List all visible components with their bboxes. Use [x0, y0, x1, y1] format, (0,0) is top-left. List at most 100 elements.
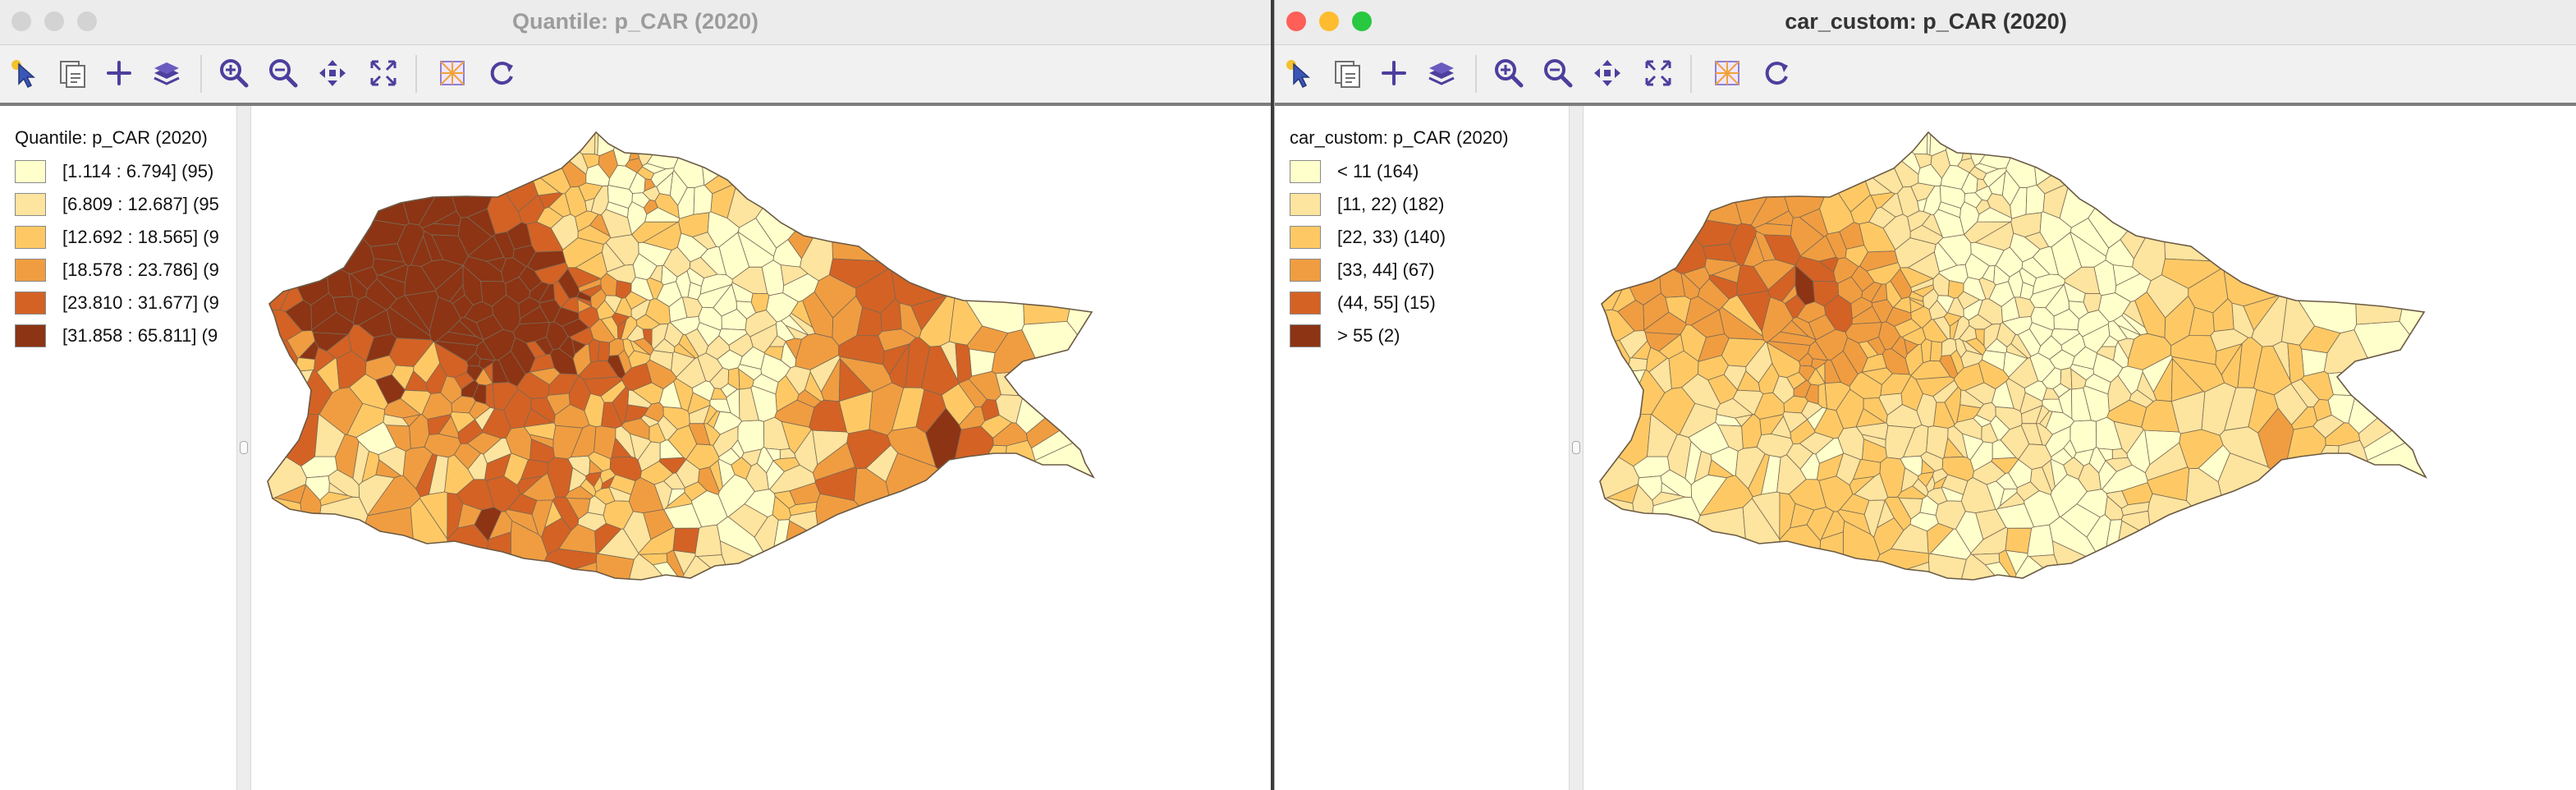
legend-label: [33, 44] (67)	[1337, 260, 1435, 280]
fit-to-window-icon	[370, 60, 396, 86]
zoom-in-icon	[220, 59, 249, 88]
legend-item[interactable]: [1.114 : 6.794] (95)	[15, 160, 245, 185]
legend-swatch	[15, 292, 46, 315]
add-tool-button[interactable]	[100, 54, 138, 92]
legend-swatch	[1290, 226, 1321, 249]
municipality-polygon[interactable]	[2355, 303, 2403, 325]
map-legend[interactable]: Quantile: p_CAR (2020) [1.114 : 6.794] (…	[0, 106, 236, 790]
legend-label: [23.810 : 31.677] (9	[62, 292, 219, 313]
map-canvas[interactable]	[251, 106, 1271, 790]
legend-item[interactable]: [22, 33) (140)	[1290, 226, 1519, 250]
legend-item[interactable]: (44, 55] (15)	[1290, 292, 1519, 316]
municipality-polygon[interactable]	[1023, 303, 1070, 325]
legend-label: (44, 55] (15)	[1337, 292, 1436, 313]
legend-item[interactable]: [11, 22) (182)	[1290, 193, 1519, 218]
legend-label: [1.114 : 6.794] (95)	[62, 161, 214, 181]
map-canvas[interactable]	[1584, 106, 2576, 790]
legend-label: [6.809 : 12.687] (95	[62, 194, 219, 214]
legend-label: [31.858 : 65.811] (9	[62, 325, 218, 346]
legend-item[interactable]: [6.809 : 12.687] (95	[15, 193, 245, 218]
legend-item[interactable]: [31.858 : 65.811] (9	[15, 324, 245, 349]
legend-swatch	[1290, 160, 1321, 183]
municipality-polygon[interactable]	[1929, 341, 1942, 362]
select-pointer-icon	[11, 60, 35, 89]
municipalities-layer	[1599, 131, 2427, 581]
toolbar-separator	[1690, 55, 1692, 93]
fit-to-window-icon	[1645, 60, 1671, 86]
zoom-in-tool-button[interactable]	[1490, 54, 1528, 92]
legend-item[interactable]: [12.692 : 18.565] (9	[15, 226, 245, 250]
splitter-grip[interactable]	[1572, 441, 1580, 454]
toolbar-separator	[200, 55, 202, 93]
zoom-out-icon	[269, 59, 298, 88]
municipality-polygon[interactable]	[737, 420, 765, 453]
municipality-polygon[interactable]	[2164, 241, 2212, 262]
fit-to-window-tool-button[interactable]	[364, 54, 402, 92]
copy-to-clipboard-icon	[1335, 61, 1360, 88]
zoom-in-icon	[1495, 59, 1524, 88]
window-title: Quantile: p_CAR (2020)	[511, 9, 759, 34]
add-icon	[1382, 61, 1406, 85]
municipality-polygon[interactable]	[832, 241, 879, 262]
map-toolbar	[0, 45, 1271, 106]
map-toolbar	[1275, 45, 2576, 106]
choropleth-map[interactable]	[251, 106, 1271, 790]
pan-icon	[319, 60, 346, 86]
fit-to-window-tool-button[interactable]	[1639, 54, 1677, 92]
zoom-in-tool-button[interactable]	[215, 54, 253, 92]
legend-item[interactable]: < 11 (164)	[1290, 160, 1519, 185]
legend-item[interactable]: [23.810 : 31.677] (9	[15, 292, 245, 316]
window-quantile-map: Quantile: p_CAR (2020) Quantile: p_CAR (…	[0, 0, 1271, 790]
map-options-icon	[440, 61, 465, 85]
splitter-grip[interactable]	[240, 441, 248, 454]
select-pointer-icon	[1286, 60, 1310, 89]
map-legend[interactable]: car_custom: p_CAR (2020) < 11 (164) [11,…	[1275, 106, 1511, 790]
layers-tool-button[interactable]	[1423, 54, 1460, 92]
copy-to-clipboard-icon	[60, 61, 85, 88]
legend-swatch	[15, 324, 46, 347]
legend-label: [11, 22) (182)	[1337, 194, 1445, 214]
layers-tool-button[interactable]	[148, 54, 186, 92]
legend-label: [22, 33) (140)	[1337, 227, 1446, 247]
municipality-polygon[interactable]	[2070, 420, 2097, 453]
pan-tool-button[interactable]	[1588, 54, 1626, 92]
toolbar-separator	[415, 55, 417, 93]
legend-item[interactable]: [18.578 : 23.786] (9	[15, 259, 245, 283]
legend-swatch	[1290, 292, 1321, 315]
refresh-tool-button[interactable]	[483, 54, 520, 92]
legend-swatch	[15, 226, 46, 249]
pan-icon	[1594, 60, 1620, 86]
title-bar: Quantile: p_CAR (2020)	[0, 0, 1271, 45]
choropleth-map[interactable]	[1584, 106, 2576, 790]
pan-tool-button[interactable]	[314, 54, 351, 92]
layers-icon	[154, 62, 180, 85]
legend-swatch	[15, 259, 46, 282]
select-pointer-tool-button[interactable]	[1280, 54, 1318, 92]
zoom-out-tool-button[interactable]	[264, 54, 302, 92]
refresh-icon	[1765, 62, 1788, 85]
add-tool-button[interactable]	[1375, 54, 1413, 92]
legend-item[interactable]: > 55 (2)	[1290, 324, 1519, 349]
copy-to-clipboard-tool-button[interactable]	[1327, 54, 1365, 92]
legend-item[interactable]: [33, 44] (67)	[1290, 259, 1519, 283]
add-icon	[107, 61, 131, 85]
legend-swatch	[15, 193, 46, 216]
zoom-out-tool-button[interactable]	[1539, 54, 1577, 92]
legend-swatch	[15, 160, 46, 183]
legend-swatch	[1290, 324, 1321, 347]
map-options-tool-button[interactable]	[1708, 54, 1746, 92]
map-options-tool-button[interactable]	[433, 54, 471, 92]
municipality-polygon[interactable]	[2005, 527, 2033, 554]
refresh-tool-button[interactable]	[1758, 54, 1795, 92]
legend-splitter[interactable]	[1569, 106, 1584, 790]
legend-splitter[interactable]	[236, 106, 251, 790]
select-pointer-tool-button[interactable]	[5, 54, 43, 92]
title-bar: car_custom: p_CAR (2020)	[1275, 0, 2576, 45]
legend-label: [12.692 : 18.565] (9	[62, 227, 219, 247]
window-custom-map: car_custom: p_CAR (2020) car_custom: p_C…	[1274, 0, 2576, 790]
municipality-polygon[interactable]	[672, 527, 700, 554]
legend-title: Quantile: p_CAR (2020)	[15, 127, 208, 148]
copy-to-clipboard-tool-button[interactable]	[53, 54, 90, 92]
municipality-polygon[interactable]	[597, 341, 610, 362]
legend-title: car_custom: p_CAR (2020)	[1290, 127, 1509, 148]
